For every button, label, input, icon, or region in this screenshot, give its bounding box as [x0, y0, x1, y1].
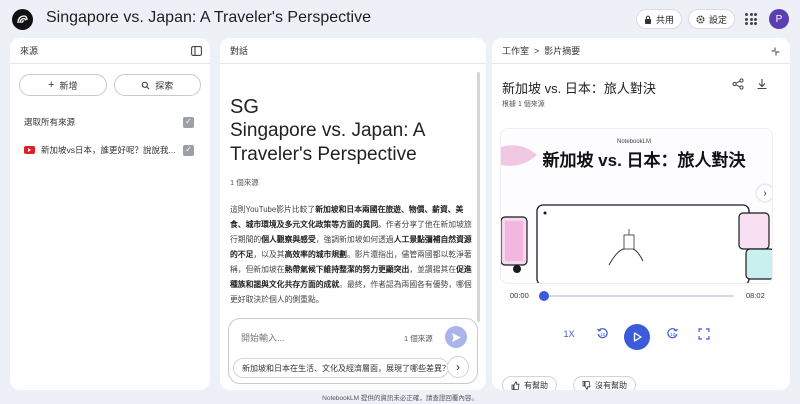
notebooklm-logo-icon[interactable] [12, 9, 33, 30]
sources-panel: 來源 + 新增 探索 選取所有來源 ✓ 新加坡vs日本，誰更好呢？說說我... … [10, 38, 210, 390]
apps-grid-icon[interactable] [745, 13, 757, 25]
studio-header: 工作室 > 影片摘要 [492, 38, 790, 64]
chat-input[interactable]: 開始輸入... [241, 331, 285, 344]
notebook-heading: Singapore vs. Japan: A Traveler's Perspe… [230, 120, 425, 165]
chat-scrollbar[interactable] [477, 72, 480, 322]
helpful-button[interactable]: 有幫助 [502, 376, 557, 390]
thumbnail-brand: NotebookLM [617, 139, 652, 145]
select-all-checkbox[interactable]: ✓ [183, 116, 194, 128]
plus-icon: + [48, 79, 55, 91]
download-icon[interactable] [756, 78, 768, 90]
source-item[interactable]: 新加坡vs日本，誰更好呢？說說我... ✓ [10, 136, 210, 164]
sources-header: 來源 [10, 38, 210, 64]
select-all-label: 選取所有來源 [24, 117, 76, 127]
chat-source-count: 1 個來源 [404, 334, 433, 343]
notebook-guide: SG Singapore vs. Japan: A Traveler's Per… [230, 66, 474, 326]
chevron-right-icon: › [763, 187, 767, 199]
notebook-summary: 這則YouTube影片比較了新加坡和日本兩國在旅遊、物價、薪資、美食、城市環境及… [230, 202, 474, 307]
chat-panel: 對話 SG Singapore vs. Japan: A Traveler's … [220, 38, 486, 390]
helpful-label: 有幫助 [524, 380, 548, 390]
lock-icon [645, 15, 651, 24]
total-time: 08:02 [746, 291, 765, 300]
notebook-source-count: 1 個來源 [230, 178, 259, 187]
top-bar: Singapore vs. Japan: A Traveler's Perspe… [0, 0, 800, 38]
source-item-checkbox[interactable]: ✓ [183, 144, 194, 156]
summary-text: ，並讚揚其在 [409, 265, 457, 274]
thumbs-down-icon [582, 380, 591, 390]
share-label: 共用 [656, 14, 675, 25]
gear-icon [696, 14, 705, 24]
thumbnail-title: 新加坡 vs. 日本：旅人對決 [542, 151, 746, 170]
send-button[interactable] [445, 326, 467, 348]
svg-text:10: 10 [600, 332, 606, 337]
youtube-icon [24, 146, 35, 154]
summary-highlight: 個人觀察與感受 [261, 235, 316, 244]
play-icon [633, 332, 642, 342]
forward-10-icon[interactable]: 10 [666, 327, 679, 340]
svg-text:10: 10 [670, 332, 676, 337]
select-all-sources-row[interactable]: 選取所有來源 ✓ [10, 108, 210, 136]
progress-slider[interactable] [539, 291, 734, 301]
suggested-question-chip[interactable]: 新加坡和日本在生活、文化及經濟層面，展現了哪些差異？ [233, 358, 449, 378]
not-helpful-label: 沒有幫助 [595, 380, 627, 390]
rewind-10-icon[interactable]: 10 [596, 327, 609, 340]
summary-highlight: 熱帶氣候下維持整潔的努力更顯突出 [284, 265, 410, 274]
not-helpful-button[interactable]: 沒有幫助 [573, 376, 636, 390]
collapse-panel-icon[interactable] [191, 46, 202, 56]
summary-highlight: 高效率的城市規劃 [284, 250, 347, 259]
thumbnail-next-button[interactable]: › [757, 185, 772, 201]
summary-text: ，強調新加坡如何透過 [315, 235, 394, 244]
video-thumbnail[interactable]: NotebookLM 新加坡 vs. 日本：旅人對決 › [500, 128, 773, 284]
thumbs-up-icon [511, 380, 520, 390]
send-icon [451, 332, 461, 342]
breadcrumb-page: 影片摘要 [544, 46, 581, 56]
breadcrumb-root[interactable]: 工作室 [502, 44, 529, 57]
collapse-icon[interactable] [771, 47, 780, 56]
chat-composer: 開始輸入... 1 個來源 新加坡和日本在生活、文化及經濟層面，展現了哪些差異？… [228, 318, 478, 384]
studio-panel: 工作室 > 影片摘要 新加坡 vs. 日本：旅人對決 根據 1 個來源 Note… [492, 38, 790, 390]
source-item-label: 新加坡vs日本，誰更好呢？說說我... [41, 145, 176, 155]
settings-button[interactable]: 設定 [688, 9, 736, 29]
next-suggestion-button[interactable]: › [447, 356, 469, 378]
progress-knob[interactable] [539, 291, 549, 301]
current-time: 00:00 [510, 291, 529, 300]
chat-title: 對話 [230, 46, 249, 56]
based-on-sources: 根據 1 個來源 [502, 101, 545, 108]
explore-search-icon [141, 81, 150, 89]
avatar[interactable]: P [769, 9, 789, 29]
summary-text: ，以及其 [253, 250, 285, 259]
notebook-title[interactable]: Singapore vs. Japan: A Traveler's Perspe… [46, 9, 371, 27]
explore-button[interactable]: 探索 [113, 74, 201, 96]
fullscreen-icon[interactable] [698, 328, 710, 340]
explore-label: 探索 [155, 80, 174, 91]
video-overview-title: 新加坡 vs. 日本：旅人對決 [502, 81, 656, 96]
sources-title: 來源 [20, 46, 39, 56]
summary-text: 這則YouTube影片比較了 [230, 205, 316, 214]
chat-header: 對話 [220, 38, 486, 64]
share-button[interactable]: 共用 [636, 9, 683, 29]
notebook-emoji: SG [230, 96, 259, 118]
add-source-button[interactable]: + 新增 [19, 74, 107, 96]
settings-label: 設定 [709, 14, 728, 25]
share-icon[interactable] [732, 78, 744, 90]
chevron-right-icon: › [456, 360, 460, 374]
source-actions: + 新增 探索 [10, 64, 210, 96]
play-button[interactable] [624, 324, 650, 350]
playback-speed-button[interactable]: 1X [562, 329, 576, 339]
breadcrumb-separator: > [534, 45, 540, 56]
footer-disclaimer: NotebookLM 提供的資訊未必正確，請查證回覆內容。 [322, 395, 478, 402]
add-source-label: 新增 [59, 80, 78, 91]
